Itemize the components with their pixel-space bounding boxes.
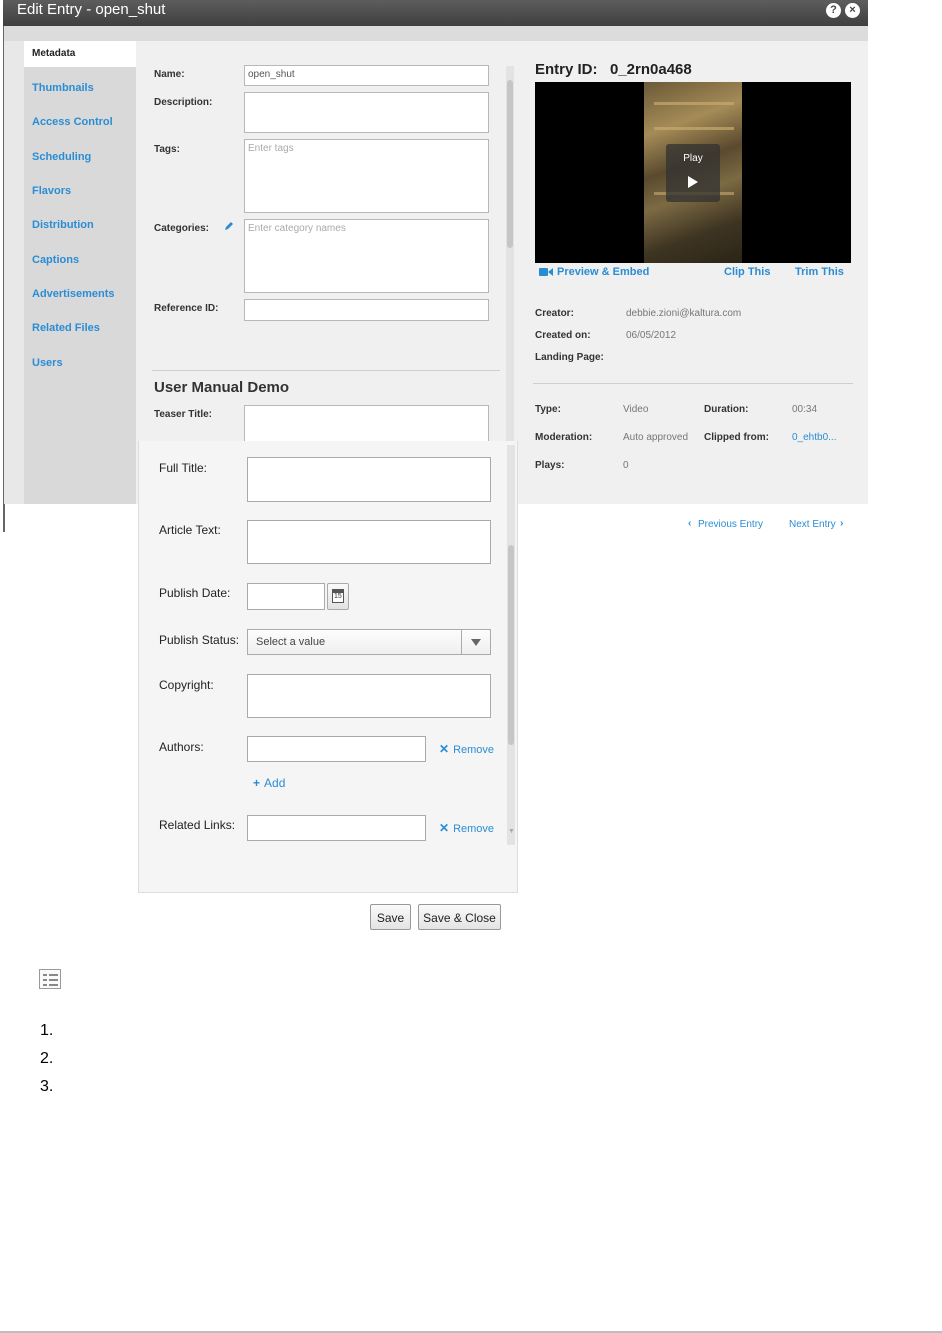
sidebar-item-flavors[interactable]: Flavors [32, 185, 71, 197]
publish-date-input[interactable] [247, 583, 325, 610]
tags-label: Tags: [154, 144, 180, 155]
tags-input[interactable]: Enter tags [244, 139, 489, 213]
previous-entry-link[interactable]: Previous Entry [698, 519, 763, 530]
sidebar-item-distribution[interactable]: Distribution [32, 219, 94, 231]
close-icon: ✕ [439, 742, 450, 756]
clip-this-link[interactable]: Clip This [724, 266, 770, 278]
entry-id-value: 0_2rn0a468 [610, 61, 692, 78]
plays-value: 0 [623, 460, 629, 471]
step-number: 3. [40, 1078, 54, 1095]
moderation-value: Auto approved [623, 432, 689, 443]
description-label: Description: [154, 97, 213, 108]
publish-status-value: Select a value [256, 636, 326, 648]
name-input[interactable]: open_shut [244, 65, 489, 86]
calendar-icon: 15 [332, 589, 344, 603]
reference-id-input[interactable] [244, 299, 489, 321]
calendar-button[interactable]: 15 [327, 583, 349, 610]
sidebar-item-label: Metadata [32, 48, 76, 59]
clipped-from-label: Clipped from: [704, 432, 769, 443]
publish-status-label: Publish Status: [159, 633, 240, 647]
play-button[interactable]: Play [666, 144, 720, 202]
plays-label: Plays: [535, 460, 565, 471]
sidebar-item-related-files[interactable]: Related Files [32, 322, 100, 334]
teaser-title-input[interactable] [244, 405, 489, 443]
created-on-label: Created on: [535, 330, 591, 341]
creator-value: debbie.zioni@kaltura.com [626, 308, 742, 319]
related-links-label: Related Links: [159, 818, 236, 832]
sidebar-item-advertisements[interactable]: Advertisements [32, 288, 115, 300]
name-label: Name: [154, 69, 185, 80]
sidebar-item-metadata[interactable]: Metadata [24, 41, 136, 67]
copyright-label: Copyright: [159, 678, 214, 692]
categories-input[interactable]: Enter category names [244, 219, 489, 293]
sidebar [24, 41, 136, 504]
creator-label: Creator: [535, 308, 574, 319]
sidebar-item-captions[interactable]: Captions [32, 254, 79, 266]
dialog-header-strip [4, 26, 868, 41]
clipped-from-link[interactable]: 0_ehtb0... [792, 432, 836, 443]
play-label: Play [683, 153, 703, 164]
moderation-label: Moderation: [535, 432, 593, 443]
remove-related-link[interactable]: ✕ Remove [439, 821, 494, 835]
dialog-title: Edit Entry - open_shut [17, 1, 166, 18]
dialog-title-bar: Edit Entry - open_shut ? × [3, 0, 868, 26]
close-icon[interactable]: × [845, 3, 860, 18]
created-on-value: 06/05/2012 [626, 330, 677, 341]
full-title-input[interactable] [247, 457, 491, 502]
divider [533, 383, 853, 384]
related-links-input[interactable] [247, 815, 426, 841]
remove-author-link[interactable]: ✕ Remove [439, 742, 494, 756]
form-scrollbar-thumb-upper[interactable] [507, 80, 513, 248]
entry-id-label: Entry ID: [535, 61, 598, 78]
sidebar-item-thumbnails[interactable]: Thumbnails [32, 82, 94, 94]
duration-value: 00:34 [792, 404, 818, 415]
reference-id-label: Reference ID: [154, 303, 219, 314]
video-player[interactable]: Play [535, 82, 851, 263]
categories-label: Categories: [154, 223, 210, 234]
authors-input[interactable] [247, 736, 426, 762]
publish-date-label: Publish Date: [159, 586, 231, 600]
sidebar-item-access-control[interactable]: Access Control [32, 116, 113, 128]
dialog-edge [3, 504, 5, 532]
pencil-icon[interactable] [224, 221, 234, 231]
sidebar-item-users[interactable]: Users [32, 357, 63, 369]
step-number: 1. [40, 1022, 54, 1039]
list-icon [39, 969, 61, 989]
chevron-down-icon [471, 639, 481, 646]
divider [152, 370, 500, 371]
save-close-button[interactable]: Save & Close [418, 904, 501, 930]
chevron-right-icon: › [840, 518, 844, 529]
full-title-label: Full Title: [159, 461, 208, 475]
authors-label: Authors: [159, 740, 204, 754]
help-icon[interactable]: ? [826, 3, 841, 18]
step-number: 2. [40, 1050, 54, 1067]
type-label: Type: [535, 404, 561, 415]
teaser-title-label: Teaser Title: [154, 409, 212, 420]
add-author-link[interactable]: + Add [253, 776, 285, 790]
type-value: Video [623, 404, 649, 415]
close-icon: ✕ [439, 821, 450, 835]
scroll-down-icon[interactable]: ▼ [508, 828, 515, 835]
duration-label: Duration: [704, 404, 749, 415]
copyright-input[interactable] [247, 674, 491, 718]
chevron-left-icon: ‹ [688, 518, 692, 529]
publish-status-select[interactable]: Select a value [247, 629, 491, 655]
next-entry-link[interactable]: Next Entry [789, 519, 836, 530]
sidebar-item-scheduling[interactable]: Scheduling [32, 151, 91, 163]
trim-this-link[interactable]: Trim This [795, 266, 844, 278]
section-title: User Manual Demo [154, 379, 290, 396]
save-button[interactable]: Save [370, 904, 411, 930]
play-icon [688, 176, 698, 188]
description-input[interactable] [244, 92, 489, 133]
article-text-label: Article Text: [159, 523, 221, 537]
landing-page-label: Landing Page: [535, 352, 604, 363]
plus-icon: + [253, 776, 261, 790]
dropdown-toggle[interactable] [461, 630, 490, 654]
preview-embed-link[interactable]: Preview & Embed [557, 266, 649, 278]
article-text-input[interactable] [247, 520, 491, 564]
form-scrollbar-thumb-lower[interactable] [508, 545, 514, 745]
video-camera-icon [539, 268, 553, 276]
